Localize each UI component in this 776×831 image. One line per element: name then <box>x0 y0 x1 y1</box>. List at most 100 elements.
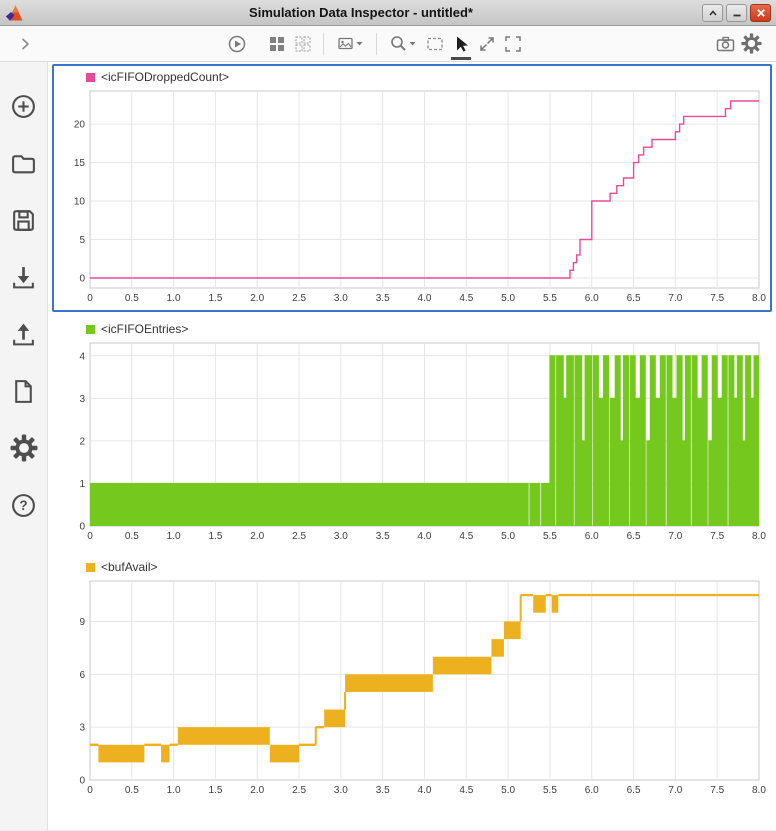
svg-text:5.0: 5.0 <box>501 785 515 796</box>
pointer-tool-button[interactable] <box>448 30 474 60</box>
svg-text:2.0: 2.0 <box>250 785 264 796</box>
x-icon <box>756 8 765 17</box>
signal-plot-panel-fifo-entries[interactable]: <icFIFOEntries> 0 0.5 1.0 1.5 2.0 2.5 3.0 3.5 4.… <box>52 316 772 550</box>
svg-text:5: 5 <box>79 235 85 246</box>
window-title: Simulation Data Inspector - untitled* <box>249 5 473 20</box>
svg-text:2.5: 2.5 <box>292 293 306 304</box>
legend-color-swatch <box>86 562 95 572</box>
export-image-button[interactable] <box>331 30 369 58</box>
signal-plot-panel-dropped-count[interactable]: <icFIFODroppedCount> 0 0.5 1.0 1.5 2.0 2.5 3.0… <box>52 64 772 312</box>
zoom-dropdown-button[interactable] <box>384 30 422 58</box>
svg-text:?: ? <box>19 498 27 513</box>
camera-icon <box>716 36 734 51</box>
svg-text:6.5: 6.5 <box>627 531 641 542</box>
legend-signal-name: <icFIFOEntries> <box>101 322 189 336</box>
gear-icon <box>10 434 37 462</box>
chart-canvas[interactable]: 0 0.5 1.0 1.5 2.0 2.5 3.0 3.5 4.0 4.5 5.0 5.5 6.0 6.5… <box>56 86 768 308</box>
close-button[interactable] <box>750 3 771 22</box>
layout-custom-button[interactable] <box>290 30 316 58</box>
magnifier-icon <box>391 36 406 51</box>
plot-legend[interactable]: <icFIFOEntries> <box>56 320 768 338</box>
gear-icon <box>740 33 762 54</box>
svg-text:6.0: 6.0 <box>585 531 599 542</box>
svg-text:5.0: 5.0 <box>501 531 515 542</box>
main-toolbar <box>0 26 776 62</box>
svg-text:1: 1 <box>79 479 85 490</box>
svg-text:8.0: 8.0 <box>752 531 766 542</box>
shade-button[interactable] <box>702 3 723 22</box>
sidebar-open-button[interactable] <box>6 145 42 181</box>
svg-text:1.5: 1.5 <box>208 293 222 304</box>
corner-brackets-icon <box>505 35 521 52</box>
sidebar-import-button[interactable] <box>6 259 42 295</box>
dashed-rectangle-icon <box>427 37 443 50</box>
sidebar-report-button[interactable] <box>6 373 42 409</box>
svg-text:3.5: 3.5 <box>376 531 390 542</box>
svg-text:4.0: 4.0 <box>418 785 432 796</box>
svg-text:3: 3 <box>79 723 85 734</box>
fullscreen-button[interactable] <box>500 30 526 58</box>
svg-text:8.0: 8.0 <box>752 785 766 796</box>
svg-text:1.5: 1.5 <box>208 785 222 796</box>
fit-to-view-button[interactable] <box>474 30 500 58</box>
svg-text:6.0: 6.0 <box>585 785 599 796</box>
sidebar-preferences-button[interactable] <box>6 430 42 466</box>
plot-area: <icFIFODroppedCount> 0 0.5 1.0 1.5 2.0 2.5 3.0… <box>48 62 776 830</box>
svg-text:0.5: 0.5 <box>125 293 139 304</box>
svg-text:3.5: 3.5 <box>376 785 390 796</box>
svg-text:7.5: 7.5 <box>710 531 724 542</box>
plus-circle-icon <box>12 94 35 118</box>
svg-text:0: 0 <box>79 522 85 533</box>
svg-text:1.0: 1.0 <box>167 785 181 796</box>
svg-text:6.5: 6.5 <box>627 785 641 796</box>
svg-text:3.5: 3.5 <box>376 293 390 304</box>
minus-icon <box>733 14 740 16</box>
sidebar-save-button[interactable] <box>6 202 42 238</box>
zoom-region-button[interactable] <box>422 30 448 58</box>
plot-legend[interactable]: <icFIFODroppedCount> <box>56 68 768 86</box>
svg-text:2.0: 2.0 <box>250 531 264 542</box>
svg-text:0: 0 <box>87 293 93 304</box>
collapse-panel-button[interactable] <box>12 30 38 58</box>
legend-color-swatch <box>86 72 95 82</box>
svg-text:6: 6 <box>79 670 85 681</box>
svg-text:3.0: 3.0 <box>334 293 348 304</box>
svg-text:1.0: 1.0 <box>167 293 181 304</box>
svg-text:3: 3 <box>79 394 85 405</box>
chart-canvas[interactable]: 0 0.5 1.0 1.5 2.0 2.5 3.0 3.5 4.0 4.5 5.0 5.5 6.0 6.5… <box>56 576 768 800</box>
svg-text:4.5: 4.5 <box>459 293 473 304</box>
svg-text:1.5: 1.5 <box>208 531 222 542</box>
sidebar-help-button[interactable]: ? <box>6 487 42 523</box>
svg-text:7.5: 7.5 <box>710 293 724 304</box>
run-button[interactable] <box>224 30 250 58</box>
svg-text:2.5: 2.5 <box>292 531 306 542</box>
svg-text:7.0: 7.0 <box>668 785 682 796</box>
plot-legend[interactable]: <bufAvail> <box>56 558 768 576</box>
svg-text:3.0: 3.0 <box>334 785 348 796</box>
svg-text:0: 0 <box>79 273 85 284</box>
svg-text:8.0: 8.0 <box>752 293 766 304</box>
legend-signal-name: <bufAvail> <box>101 560 158 574</box>
snapshot-button[interactable] <box>712 30 738 58</box>
layout-grid-button[interactable] <box>264 30 290 58</box>
svg-text:7.5: 7.5 <box>710 785 724 796</box>
svg-text:15: 15 <box>74 158 86 169</box>
svg-text:4: 4 <box>79 351 85 362</box>
arrow-up-tray-icon <box>13 323 34 345</box>
signal-plot-panel-buf-avail[interactable]: <bufAvail> 0 0.5 1.0 1.5 2.0 2.5 3.0 3.5 4.0 4.5 5… <box>52 554 772 804</box>
sidebar-add-button[interactable] <box>6 88 42 124</box>
chevron-up-icon <box>708 9 717 16</box>
svg-text:20: 20 <box>74 120 86 131</box>
arrow-down-tray-icon <box>13 266 34 288</box>
sidebar-export-button[interactable] <box>6 316 42 352</box>
svg-text:9: 9 <box>79 617 85 628</box>
chart-canvas[interactable]: 0 0.5 1.0 1.5 2.0 2.5 3.0 3.5 4.0 4.5 5.0 5.5 6.0 6.5… <box>56 338 768 546</box>
settings-button[interactable] <box>738 30 764 58</box>
document-icon <box>15 379 32 403</box>
cursor-arrow-icon <box>457 36 468 52</box>
svg-text:7.0: 7.0 <box>668 293 682 304</box>
minimize-button[interactable] <box>726 3 747 22</box>
svg-text:0.5: 0.5 <box>125 785 139 796</box>
svg-text:4.5: 4.5 <box>459 531 473 542</box>
floppy-disk-icon <box>13 209 34 231</box>
